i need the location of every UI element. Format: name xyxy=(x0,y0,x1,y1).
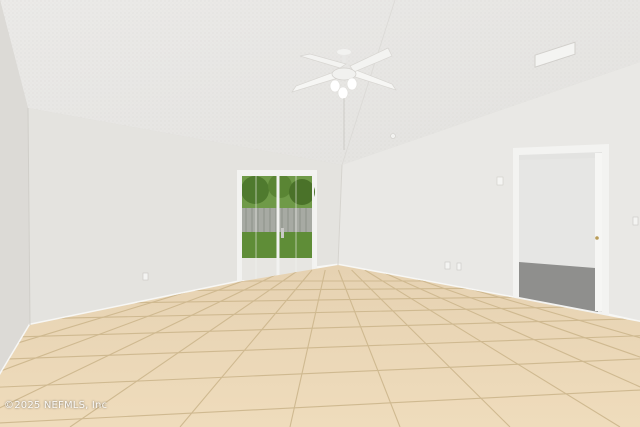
bedroom-doorway xyxy=(513,144,609,316)
smoke-detector xyxy=(390,133,396,139)
thermostat xyxy=(496,176,504,186)
outlet-right-1 xyxy=(444,261,451,270)
adjoining-room-wall xyxy=(519,158,595,268)
photo-watermark: ©2025 NEFMLS, Inc xyxy=(4,400,108,411)
outlet-left xyxy=(142,272,149,281)
sliding-glass-door xyxy=(237,170,317,284)
outlet-far-right xyxy=(632,216,639,226)
outlet-right-2 xyxy=(456,262,462,271)
open-door-panel xyxy=(595,153,602,311)
empty-room-photo xyxy=(0,0,640,427)
door-knob xyxy=(595,236,599,240)
fan-light-globe xyxy=(337,86,349,100)
fan-light-globe xyxy=(346,77,358,91)
